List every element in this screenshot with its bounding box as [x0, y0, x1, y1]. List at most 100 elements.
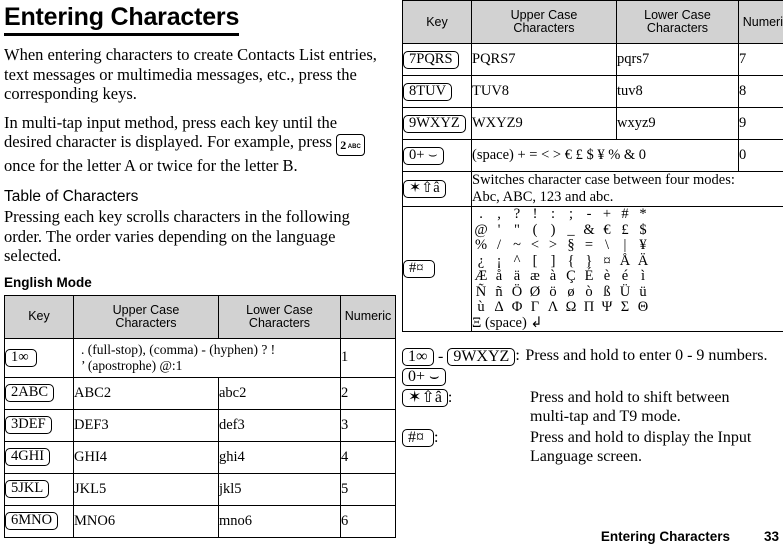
key-legend: 1∞ -9WXYZ 0+ ⌣ : Press and hold to enter …	[402, 346, 779, 466]
row-key-cell: 3DEF	[4, 408, 74, 442]
star-desc-line1: Switches character case between four mod…	[472, 172, 735, 188]
row-numeric-cell: 3	[340, 408, 396, 442]
special-char: }	[585, 252, 593, 269]
header-upper-line2: Characters	[115, 315, 177, 330]
key-9-wxyz-icon: 9WXYZ	[403, 114, 466, 133]
special-char: ä	[513, 268, 521, 284]
key-6-mno-icon: 6MNO	[5, 512, 59, 531]
special-char: Ω	[565, 299, 577, 315]
key-0-icon: 0+ ⌣	[403, 146, 444, 165]
key-num: ✶	[409, 180, 422, 196]
table-row-star: ✶⇧â Switches character case between four…	[402, 171, 783, 207]
table-row: 8TUV TUV8 tuv8 8	[402, 75, 783, 108]
key-label: ∞	[416, 348, 428, 365]
row-key-cell: 6MNO	[4, 504, 74, 538]
page-title: Entering Characters	[4, 0, 239, 37]
row-key-cell: 8TUV	[402, 75, 472, 108]
row-numeric-cell: 5	[340, 472, 396, 506]
legend-star-line1: Press and hold to shift between	[530, 389, 730, 406]
row-upper-cell: MNO6	[73, 504, 219, 538]
row-upper-cell: . (full-stop), (comma) - (hyphen) ? !’ (…	[73, 337, 341, 378]
key-label: ⇧â	[421, 389, 442, 406]
special-char: +	[602, 206, 612, 222]
footer-page-number: 33	[763, 529, 779, 544]
special-char: @	[474, 221, 488, 238]
row-lower-cell: def3	[218, 408, 341, 442]
table-row: 9WXYZ WXYZ9 wxyz9 9	[402, 107, 783, 140]
special-char: >	[548, 237, 558, 253]
special-char: ¿	[477, 252, 485, 269]
key-label: + ⌣	[416, 368, 440, 385]
intro-paragraph-2-part2: once for the letter A or twice for the l…	[4, 155, 298, 175]
row-key-cell: 0+ ⌣	[402, 139, 472, 172]
intro-paragraph-1: When entering characters to create Conta…	[4, 45, 377, 104]
special-characters-tail: Ξ (space) ↲	[472, 314, 543, 331]
key-7-pqrs-icon: 7PQRS	[403, 50, 459, 69]
special-char: ì	[640, 268, 646, 284]
special-char: ;	[568, 206, 574, 222]
row-lower-cell: wxyz9	[616, 107, 739, 140]
key-num: 2	[340, 138, 347, 153]
special-char: Π	[583, 299, 595, 315]
header-lower-case: Lower Case Characters	[616, 0, 739, 44]
key-4-ghi-icon: 4GHI	[5, 448, 51, 467]
legend-keys-hash: #¤:	[402, 428, 530, 447]
special-char: _	[567, 221, 575, 238]
footer-chapter: Entering Characters	[600, 529, 730, 544]
special-char: ~	[513, 237, 521, 253]
key-1-icon: 1∞	[5, 348, 37, 367]
special-char: Λ	[547, 299, 559, 315]
header-upper-case: Upper Case Characters	[73, 294, 219, 339]
header-key: Key	[402, 0, 472, 44]
mode-heading: English Mode	[4, 274, 92, 290]
special-char: |	[623, 237, 627, 253]
header-lower-line1: Lower Case	[644, 8, 711, 22]
row-key-cell: 5JKL	[4, 472, 74, 506]
special-char: É	[584, 268, 594, 284]
special-char: %	[474, 237, 488, 253]
manual-page: Entering Characters When entering charac…	[0, 0, 783, 552]
row-numeric-cell: 8	[738, 75, 783, 108]
section-heading: Table of Characters	[4, 188, 139, 206]
special-char: "	[514, 221, 520, 238]
row-numeric-cell: 6	[340, 504, 396, 538]
special-char: =	[584, 237, 594, 253]
special-char: ø	[567, 283, 575, 300]
special-char: [	[532, 252, 538, 269]
special-char: è	[603, 268, 611, 284]
key-label: PQRS	[416, 50, 453, 67]
key-hash-icon: #¤	[402, 429, 434, 447]
legend-row-numbers: 1∞ -9WXYZ 0+ ⌣ : Press and hold to enter …	[402, 346, 779, 386]
table-row: 7PQRS PQRS7 pqrs7 7	[402, 43, 783, 76]
special-char: ?	[513, 206, 521, 222]
row-upper-cell: WXYZ9	[471, 107, 617, 140]
row-key-cell: 4GHI	[4, 440, 74, 474]
special-char: å	[495, 268, 503, 284]
key-num: 1	[408, 348, 416, 365]
key-5-jkl-icon: 5JKL	[5, 480, 50, 499]
legend-text-numbers: Press and hold to enter 0 - 9 numbers.	[525, 347, 768, 364]
row-numeric-cell: 4	[340, 440, 396, 474]
key-2-abc-icon: 2ABC	[336, 134, 365, 156]
section-body: Pressing each key scrolls characters in …	[4, 207, 350, 266]
key-label: ¤	[416, 260, 424, 276]
special-char: <	[530, 237, 540, 253]
table-row: 5JKL JKL5 jkl5 5	[4, 472, 396, 506]
special-char: .	[479, 206, 483, 222]
header-lower-line2: Characters	[646, 21, 709, 35]
special-char: !	[532, 206, 538, 222]
legend-colon: :	[447, 389, 453, 406]
special-char: ò	[585, 283, 593, 300]
key-1-icon: 1∞	[402, 348, 434, 366]
intro-paragraph-2: In multi-tap input method, press each ke…	[4, 113, 384, 176]
special-char: é	[621, 268, 629, 284]
special-characters-cell: .,?!:; - + # * @ ' " () _ & € £ $% / ~ < > § = \ | ¥ ¿ ¡ ^ [] {} ¤ Å Ä…	[471, 206, 783, 332]
star-description-cell: Switches character case between four mod…	[471, 171, 783, 207]
row-lower-cell: jkl5	[218, 472, 341, 506]
upper-line2: ’ (apostrophe) @:1	[81, 357, 183, 373]
table-row: 6MNO MNO6 mno6 6	[4, 504, 396, 538]
row-numeric-cell: 9	[738, 107, 783, 140]
character-table-left: Key Upper Case Characters Lower Case Chara…	[4, 294, 396, 538]
key-num: 0	[408, 368, 416, 385]
key-label: ¤	[416, 429, 424, 446]
